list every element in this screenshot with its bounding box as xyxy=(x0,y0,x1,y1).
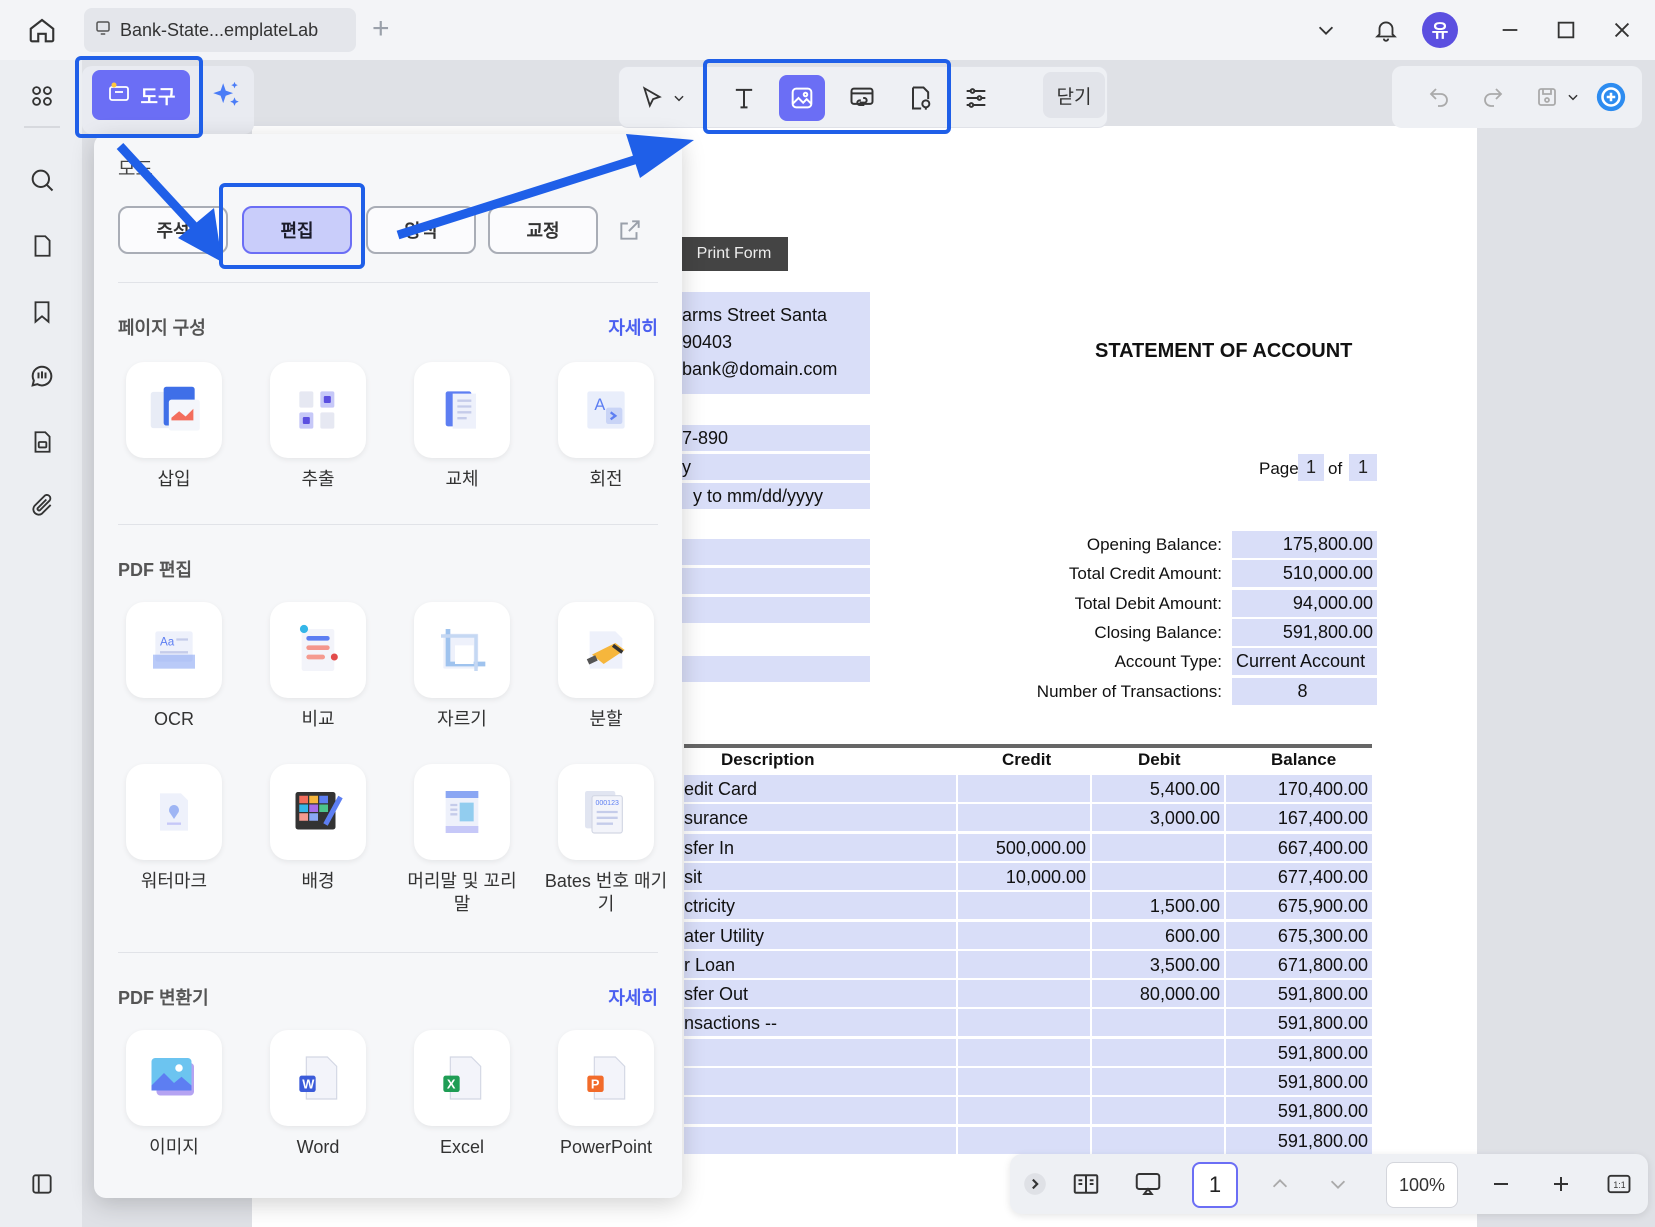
svg-text:1:1: 1:1 xyxy=(1613,1180,1625,1190)
actual-size-icon[interactable]: 1:1 xyxy=(1598,1160,1640,1208)
annotation-arrows xyxy=(116,134,694,262)
page-layout-icon[interactable] xyxy=(1062,1160,1110,1208)
presentation-icon[interactable] xyxy=(1124,1160,1172,1208)
page-number-input[interactable]: 1 xyxy=(1192,1162,1238,1208)
zoom-in-icon[interactable] xyxy=(1538,1160,1584,1208)
page-navigation-bar: 1:1 xyxy=(1010,1154,1648,1214)
previous-page-icon[interactable] xyxy=(1260,1160,1300,1208)
next-page-icon[interactable] xyxy=(1318,1160,1358,1208)
zoom-out-icon[interactable] xyxy=(1478,1160,1524,1208)
zoom-level-field[interactable]: 100% xyxy=(1386,1162,1458,1208)
expand-arrow-icon[interactable] xyxy=(1018,1160,1052,1208)
